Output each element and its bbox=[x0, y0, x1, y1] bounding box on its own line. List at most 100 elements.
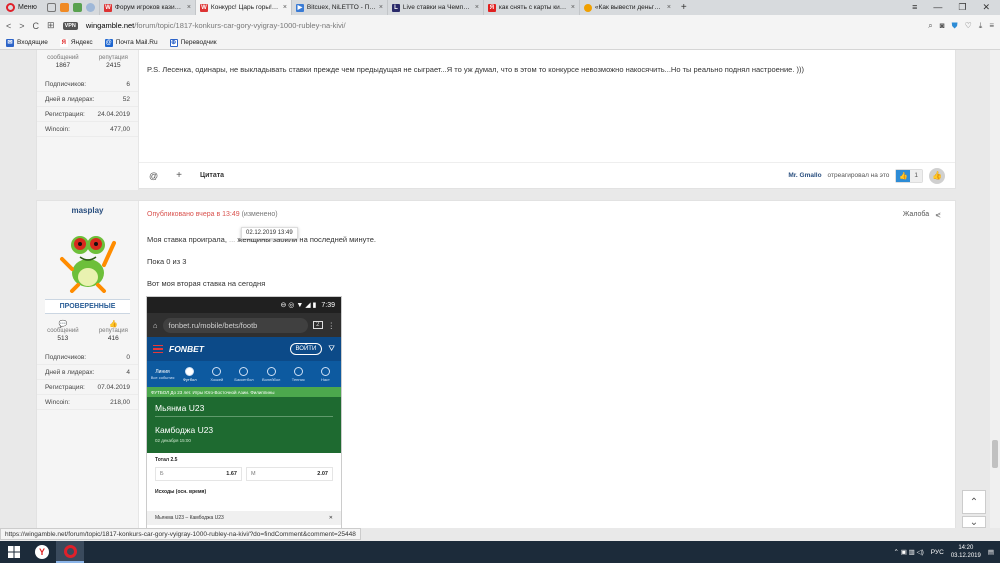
pinned-tab-icon[interactable] bbox=[72, 3, 82, 12]
info-row: Дней в лидерах: 52 bbox=[37, 92, 138, 107]
yandex-favicon-icon: Я bbox=[487, 3, 496, 12]
close-tab-icon[interactable]: × bbox=[379, 4, 383, 11]
post-text-line: Пока 0 из 3 bbox=[147, 257, 187, 266]
url-field[interactable]: wingamble.net/forum/topic/1817-konkurs-c… bbox=[86, 21, 920, 30]
page-scrollbar[interactable] bbox=[990, 50, 1000, 528]
scrollbar-thumb[interactable] bbox=[992, 440, 998, 468]
info-label: Wincoin: bbox=[45, 125, 70, 133]
avatar[interactable] bbox=[58, 223, 118, 293]
like-button-icon[interactable]: 👍 bbox=[929, 167, 945, 184]
fonbet-login: ВОЙТИ bbox=[289, 343, 323, 355]
bookmark-item[interactable]: Я Яндекс bbox=[59, 38, 93, 47]
tab-title: Bitcuex, NiLETTO - Пол-ю... bbox=[306, 4, 376, 11]
download-icon[interactable]: ⤓ bbox=[979, 21, 983, 31]
bookmark-label: Яндекс bbox=[70, 39, 93, 46]
post-text-line: Вот моя вторая ставка на сегодня bbox=[147, 279, 266, 288]
pinned-tab-icon[interactable] bbox=[59, 3, 69, 12]
bet-slip-icon: ⛛ bbox=[328, 344, 335, 353]
match-card: Мьянма U23 Камбоджа U23 02 декабря 15:00 bbox=[147, 397, 341, 453]
wingamble-favicon-icon: W bbox=[103, 3, 112, 12]
forward-icon[interactable]: > bbox=[19, 21, 24, 31]
back-icon[interactable]: < bbox=[6, 21, 11, 31]
quote-button[interactable]: Цитата bbox=[200, 172, 224, 179]
taskbar-app-active[interactable] bbox=[56, 541, 84, 563]
odd-cell: М 2.07 bbox=[246, 467, 333, 481]
reload-icon[interactable]: C bbox=[33, 21, 40, 31]
frog-avatar-icon bbox=[59, 236, 116, 293]
url-path: /forum/topic/1817-konkurs-car-gory-vyigr… bbox=[134, 21, 346, 30]
close-tab-icon[interactable]: × bbox=[667, 4, 671, 11]
like-counter[interactable]: 👍 1 bbox=[895, 168, 923, 183]
team-away: Камбоджа U23 bbox=[155, 425, 214, 435]
phone-status-bar: ⊖ ◎ ▼ ◢ ▮ 7:39 bbox=[147, 297, 341, 313]
category-label: Хоккей bbox=[210, 376, 224, 382]
reacted-text: отреагировал на это bbox=[827, 172, 890, 179]
scroll-down-button[interactable]: ⌄ bbox=[962, 516, 986, 528]
address-bar: < > C ⊞ VPN wingamble.net/forum/topic/18… bbox=[0, 15, 1000, 36]
info-row: Подписчиков: 0 bbox=[37, 350, 138, 365]
multiquote-icon[interactable]: + bbox=[176, 170, 182, 181]
notifications-icon[interactable]: ▤ bbox=[988, 548, 994, 556]
tab-active[interactable]: W Конкурс! Царь горы! Вы... × bbox=[194, 0, 291, 15]
close-tab-icon[interactable]: × bbox=[187, 4, 191, 11]
shield-icon[interactable]: ⛊ bbox=[952, 21, 958, 31]
clock[interactable]: 14:20 03.12.2019 bbox=[951, 544, 981, 560]
mention-icon[interactable]: @ bbox=[149, 171, 158, 181]
tab[interactable]: ▶ Bitcuex, NiLETTO - Пол-ю... × bbox=[290, 0, 387, 15]
bet-screenshot-image[interactable]: ⊖ ◎ ▼ ◢ ▮ 7:39 ⌂ fonbet.ru/mobile/bets/f… bbox=[146, 296, 342, 528]
league-title: ФУТБОЛ До 23 лет. Игры Юго-Восточной Ази… bbox=[147, 387, 341, 397]
posts-count: 513 bbox=[57, 335, 69, 342]
share-icon[interactable]: ⋞ bbox=[935, 211, 941, 219]
close-tab-icon[interactable]: × bbox=[571, 4, 575, 11]
tab[interactable]: W Форум игроков казино - × bbox=[98, 0, 195, 15]
info-label: Подписчиков: bbox=[45, 353, 87, 361]
info-value: 52 bbox=[122, 95, 130, 103]
search-icon[interactable]: ⌕ bbox=[928, 21, 932, 31]
tab-grid-icon[interactable] bbox=[46, 3, 56, 12]
taskbar-app[interactable]: Y bbox=[28, 541, 56, 563]
tab[interactable]: L Live ставки на Чемпионат × bbox=[386, 0, 483, 15]
close-tab-icon[interactable]: × bbox=[475, 4, 479, 11]
sport-category: Баскетбол bbox=[231, 366, 256, 382]
author-username[interactable]: masplay bbox=[37, 206, 138, 215]
report-button[interactable]: Жалоба bbox=[903, 211, 929, 219]
minimize-icon[interactable]: — bbox=[933, 2, 942, 13]
info-label: Wincoin: bbox=[45, 398, 70, 406]
reactor-name[interactable]: Mr. Gmallo bbox=[788, 172, 821, 179]
new-tab-button[interactable]: + bbox=[675, 2, 693, 13]
language-indicator[interactable]: РУС bbox=[931, 549, 944, 556]
reaction-summary: Mr. Gmallo отреагировал на это 👍 1 👍 bbox=[788, 167, 945, 184]
tab[interactable]: «Как вывести деньги с ки... × bbox=[578, 0, 675, 15]
close-window-icon[interactable]: ✕ bbox=[982, 2, 990, 13]
info-label: Регистрация: bbox=[45, 110, 85, 118]
tab-menu-icon[interactable]: ≡ bbox=[912, 2, 917, 13]
bookmark-item[interactable]: ✉ Входящие bbox=[6, 38, 48, 47]
scroll-top-button[interactable]: ⌃ bbox=[962, 490, 986, 514]
phone-tab-count: 2 bbox=[313, 321, 323, 329]
sport-category: Волейбол bbox=[259, 366, 284, 382]
bookmark-item[interactable]: ⊕ Переводчик bbox=[169, 38, 217, 47]
tab[interactable]: Я как снять с карты киви б... × bbox=[482, 0, 579, 15]
info-label: Дней в лидерах: bbox=[45, 95, 95, 103]
speed-dial-icon[interactable]: ⊞ bbox=[47, 20, 55, 31]
published-link[interactable]: Опубликовано вчера в 13:49 bbox=[147, 211, 240, 218]
site-favicon-icon: ▶ bbox=[295, 3, 304, 12]
vpn-badge[interactable]: VPN bbox=[62, 21, 78, 30]
posts-stat: 💬 сообщений 513 bbox=[47, 320, 78, 342]
bookmark-heart-icon[interactable]: ♡ bbox=[965, 21, 972, 30]
camera-icon[interactable]: ◙ bbox=[940, 21, 945, 30]
bookmark-label: Переводчик bbox=[180, 39, 217, 46]
opera-menu-button[interactable]: Меню bbox=[0, 0, 43, 15]
bookmark-item[interactable]: @ Почта Mail.Ru bbox=[104, 38, 158, 47]
easy-setup-icon[interactable]: ≡ bbox=[989, 21, 994, 30]
odd-key: Б bbox=[160, 471, 164, 477]
restore-icon[interactable]: ❐ bbox=[958, 2, 966, 13]
category-label: Волейбол bbox=[261, 376, 281, 382]
close-tab-icon[interactable]: × bbox=[283, 4, 287, 11]
pinned-tab-icon[interactable] bbox=[85, 3, 95, 12]
sport-category: Линия Все события bbox=[150, 369, 175, 380]
start-button[interactable] bbox=[0, 541, 28, 563]
sport-category: Теннис bbox=[286, 366, 311, 382]
tray-icons[interactable]: ⌃ ▣ ▥ ◁) bbox=[893, 548, 923, 556]
phone-time: 7:39 bbox=[321, 301, 335, 309]
